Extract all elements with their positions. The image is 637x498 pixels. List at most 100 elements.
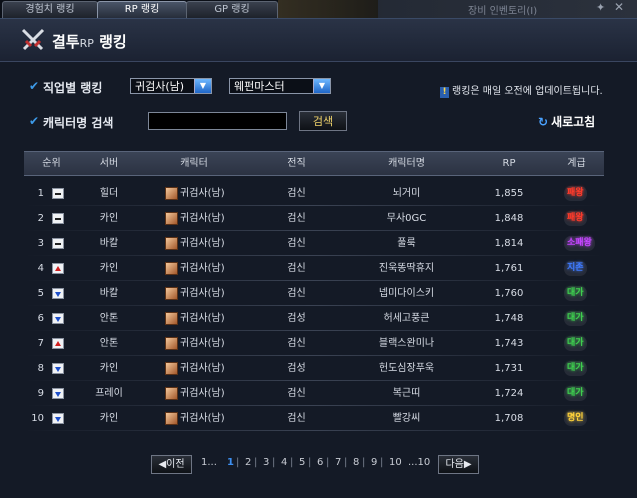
next-page-button[interactable]: 다음▶ [438, 455, 479, 474]
page-link[interactable]: 9 [371, 457, 377, 468]
search-button[interactable]: 검색 [299, 111, 347, 131]
subjob-select-value: 웨펀마스터 [234, 80, 285, 93]
table-row[interactable]: 5 바칼 귀검사(남) 검신 넵미다이스키 1,760 대가 [24, 281, 604, 306]
job-portrait-icon [165, 212, 178, 225]
character-name[interactable]: 허세고풍큰 [344, 306, 469, 331]
grade-badge: 명인 [564, 411, 587, 426]
checkmark-icon: ✔ [29, 79, 40, 93]
refresh-button[interactable]: ↻ 새로고침 [538, 113, 595, 130]
page-link[interactable]: 8 [353, 457, 359, 468]
job-portrait-icon [165, 362, 178, 375]
job-name: 귀검사(남) [180, 263, 225, 274]
pin-icon[interactable]: ✦ [596, 1, 605, 14]
job-portrait-icon [165, 312, 178, 325]
job-portrait-icon [165, 412, 178, 425]
page-link[interactable]: 3 [263, 457, 269, 468]
page-link[interactable]: 5 [299, 457, 305, 468]
page-separator: | [272, 457, 276, 468]
character-name[interactable]: 넵미다이스키 [344, 281, 469, 306]
grade-badge: 지존 [564, 261, 587, 276]
server-name: 카인 [99, 213, 119, 224]
col-advancement: 전직 [287, 158, 306, 169]
rp-value: 1,814 [494, 238, 524, 249]
advancement: 검신 [287, 413, 306, 424]
table-row[interactable]: 1 힐더 귀검사(남) 검신 뇌거미 1,855 패왕 [24, 181, 604, 206]
table-row[interactable]: 8 카인 귀검사(남) 검성 헌도심장푸욱 1,731 대가 [24, 356, 604, 381]
page-separator: | [308, 457, 312, 468]
character-name[interactable]: 빨강씨 [344, 406, 469, 431]
ranking-table-header: 순위 서버 캐릭터 전직 캐릭터명 RP 계급 [24, 151, 604, 176]
table-row[interactable]: 9 프레이 귀검사(남) 검신 복근띠 1,724 대가 [24, 381, 604, 406]
prev-page-button[interactable]: ◀이전 [151, 455, 192, 474]
page-header: 결투RP 랭킹 [0, 19, 637, 62]
rank-number: 2 [37, 213, 44, 224]
page-link[interactable]: 7 [335, 457, 341, 468]
character-name[interactable]: 복근띠 [344, 381, 469, 406]
character-name[interactable]: 진욱똥딱휴지 [344, 256, 469, 281]
page-link[interactable]: 4 [281, 457, 287, 468]
grade-badge: 대가 [564, 336, 587, 351]
subjob-select[interactable]: 웨펀마스터 ▼ [229, 78, 331, 94]
table-row[interactable]: 2 카인 귀검사(남) 검신 무사0GC 1,848 패왕 [24, 206, 604, 231]
background-window-title: 장비 인벤토리(I) [468, 6, 538, 17]
job-portrait-icon [165, 337, 178, 350]
checkmark-icon: ✔ [29, 114, 40, 128]
job-select[interactable]: 귀검사(남) ▼ [130, 78, 212, 94]
character-name[interactable]: 블랙스완미나 [344, 331, 469, 356]
col-rp: RP [502, 158, 516, 169]
rank-number: 9 [37, 388, 44, 399]
table-row[interactable]: 10 카인 귀검사(남) 검신 빨강씨 1,708 명인 [24, 406, 604, 431]
character-name[interactable]: 뇌거미 [344, 181, 469, 206]
advancement: 검신 [287, 238, 306, 249]
rank-number: 8 [37, 363, 44, 374]
tab-rp-ranking[interactable]: RP 랭킹 [97, 1, 187, 18]
grade-badge: 대가 [564, 361, 587, 376]
grade-badge: 대가 [564, 386, 587, 401]
page-link[interactable]: 10 [389, 457, 402, 468]
server-name: 카인 [99, 413, 119, 424]
job-portrait-icon [165, 237, 178, 250]
col-character: 캐릭터 [180, 158, 208, 169]
page-link[interactable]: 2 [245, 457, 251, 468]
page-link[interactable]: 6 [317, 457, 323, 468]
page-first[interactable]: 1... [201, 457, 217, 468]
server-name: 안톤 [99, 313, 119, 324]
title-rp: RP [79, 37, 94, 50]
rp-value: 1,743 [494, 338, 524, 349]
grade-badge: 소패왕 [564, 236, 595, 251]
character-name-input[interactable] [148, 112, 287, 130]
character-name[interactable]: 무사0GC [344, 206, 469, 231]
job-select-value: 귀검사(남) [135, 80, 185, 93]
rp-value: 1,760 [494, 288, 524, 299]
close-icon[interactable]: ✕ [614, 0, 624, 14]
character-name[interactable]: 풀룩 [344, 231, 469, 256]
table-row[interactable]: 3 바칼 귀검사(남) 검신 풀룩 1,814 소패왕 [24, 231, 604, 256]
job-portrait-icon [165, 262, 178, 275]
table-row[interactable]: 4 카인 귀검사(남) 검신 진욱똥딱휴지 1,761 지존 [24, 256, 604, 281]
rank-change-down-icon [52, 363, 64, 374]
rank-number: 7 [37, 338, 44, 349]
page-link[interactable]: 1 [227, 457, 234, 468]
server-name: 프레이 [95, 388, 123, 399]
tab-gp-ranking[interactable]: GP 랭킹 [186, 1, 278, 18]
rp-value: 1,748 [494, 313, 524, 324]
grade-badge: 대가 [564, 311, 587, 326]
tab-bar: 경험치 랭킹 RP 랭킹 GP 랭킹 장비 인벤토리(I) ✦ ✕ [0, 0, 637, 19]
rp-value: 1,761 [494, 263, 524, 274]
rank-change-down-icon [52, 388, 64, 399]
page-last[interactable]: ...10 [408, 457, 430, 468]
rank-change-down-icon [52, 288, 64, 299]
table-row[interactable]: 6 안톤 귀검사(남) 검성 허세고풍큰 1,748 대가 [24, 306, 604, 331]
rank-change-down-icon [52, 413, 64, 424]
col-grade: 계급 [567, 158, 586, 169]
notice-icon: ! [440, 87, 449, 98]
rank-number: 10 [31, 413, 44, 424]
page-title: 결투RP 랭킹 [52, 31, 127, 52]
character-name[interactable]: 헌도심장푸욱 [344, 356, 469, 381]
chevron-left-icon: ◀ [158, 459, 167, 470]
job-name: 귀검사(남) [180, 238, 225, 249]
table-row[interactable]: 7 안톤 귀검사(남) 검신 블랙스완미나 1,743 대가 [24, 331, 604, 356]
job-portrait-icon [165, 387, 178, 400]
tab-exp-ranking[interactable]: 경험치 랭킹 [2, 1, 98, 18]
rank-number: 5 [37, 288, 44, 299]
